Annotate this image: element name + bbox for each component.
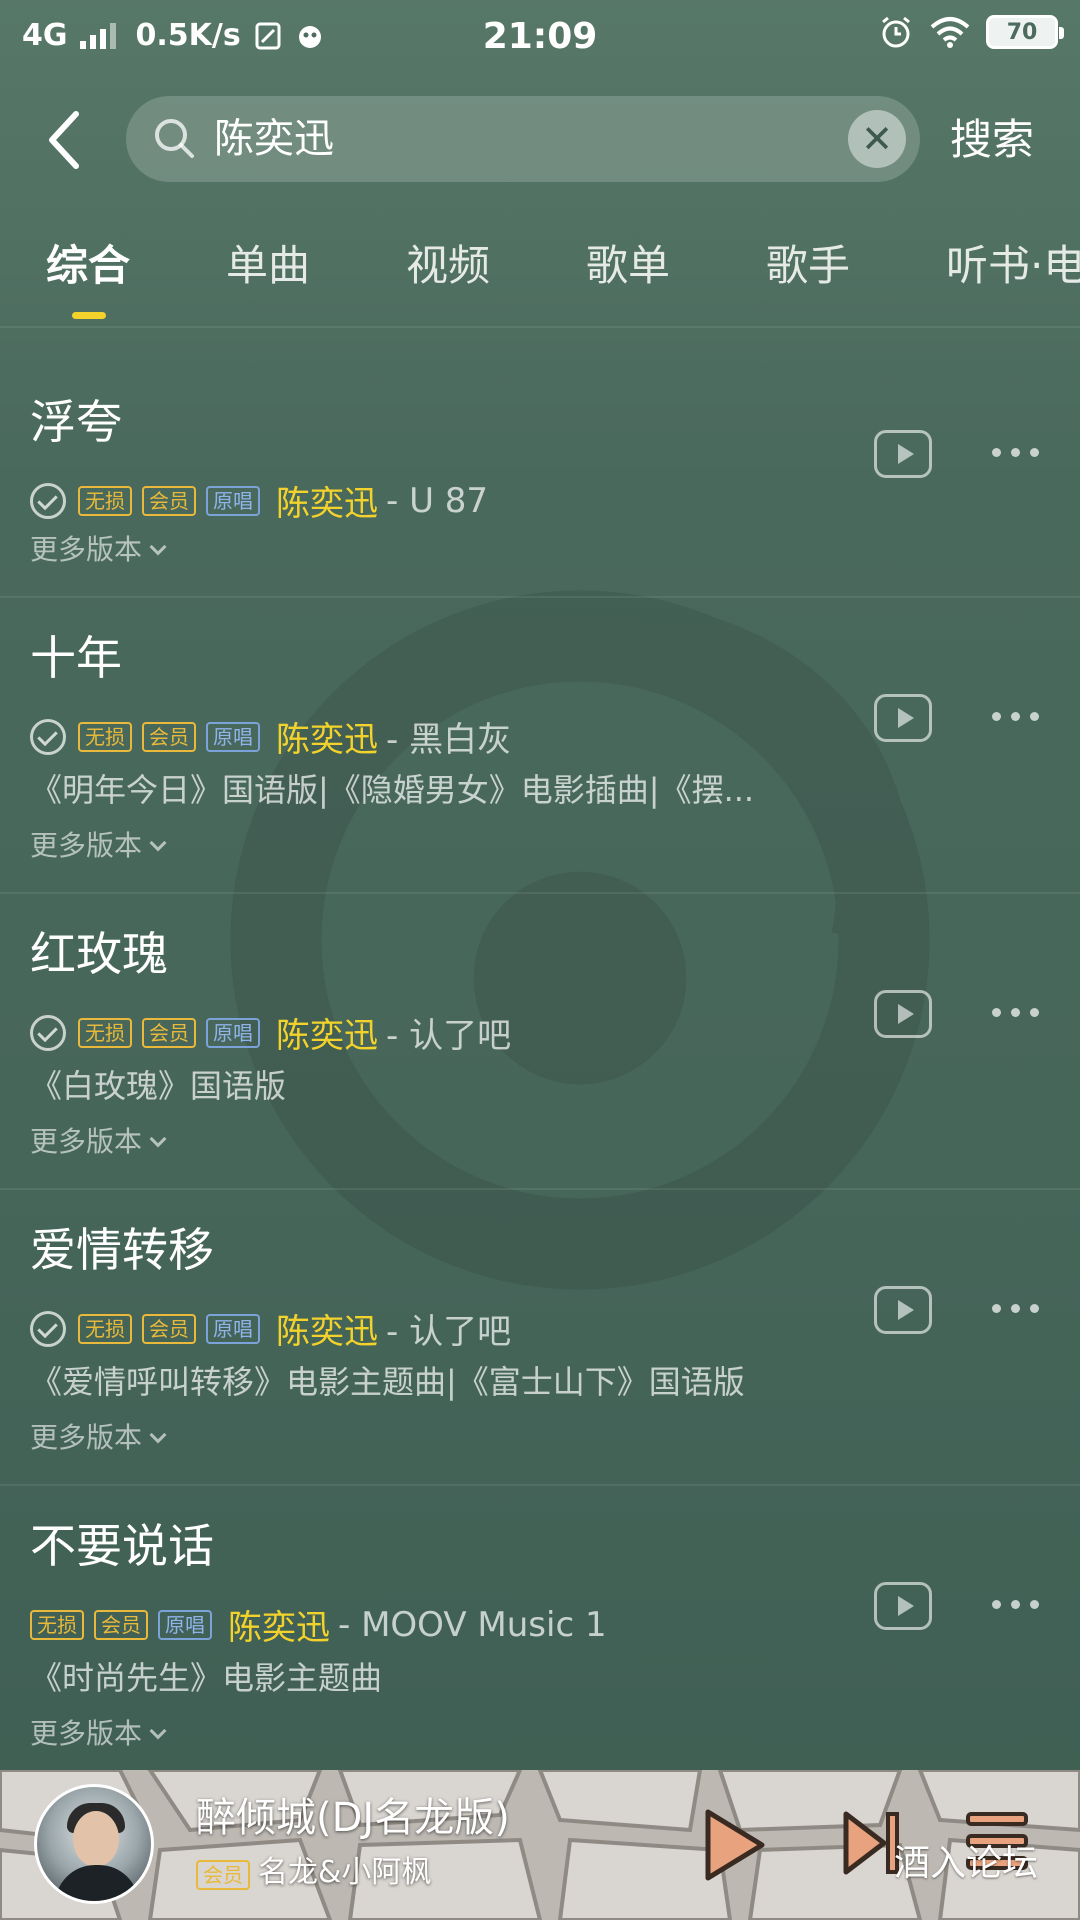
divider <box>0 326 1080 328</box>
album-name: - 认了吧 <box>386 1312 512 1352</box>
more-versions-label: 更多版本 <box>30 829 143 862</box>
mv-play-icon[interactable] <box>874 1582 932 1630</box>
category-tabs: 综合 单曲 视频 歌单 歌手 听书·电 <box>0 230 1080 330</box>
clear-icon[interactable]: ✕ <box>848 110 906 168</box>
more-versions-button[interactable]: 更多版本 <box>30 1418 167 1458</box>
more-dots-icon[interactable] <box>992 1002 1048 1022</box>
artist-name[interactable]: 陈奕迅 <box>276 476 378 525</box>
song-description: 《爱情呼叫转移》电影主题曲|《富士山下》国语版 <box>30 1363 745 1401</box>
artist-name[interactable]: 陈奕迅 <box>276 1008 378 1057</box>
mv-play-icon[interactable] <box>874 430 932 478</box>
alarm-icon <box>882 16 910 48</box>
vip-badge: 会员 <box>196 1860 250 1890</box>
search-input[interactable]: 陈奕迅 ✕ <box>126 96 920 182</box>
play-icon[interactable] <box>700 1806 768 1884</box>
tab-singers[interactable]: 歌手 <box>766 236 850 296</box>
next-icon[interactable] <box>842 1810 902 1876</box>
song-meta: 无损 会员 原唱 陈奕迅 - 黑白灰 <box>30 712 511 761</box>
album-name: - MOOV Music 1 <box>338 1604 607 1645</box>
song-title[interactable]: 不要说话 <box>30 1516 214 1576</box>
more-versions-label: 更多版本 <box>30 1421 143 1454</box>
check-circle-icon <box>30 482 66 519</box>
search-button[interactable]: 搜索 <box>950 110 1034 170</box>
tab-playlists[interactable]: 歌单 <box>586 236 670 296</box>
song-title[interactable]: 爱情转移 <box>30 1220 214 1280</box>
song-description: 《时尚先生》电影主题曲 <box>30 1659 383 1697</box>
active-tab-indicator <box>72 312 106 319</box>
tab-comprehensive[interactable]: 综合 <box>46 236 130 296</box>
lossless-badge: 无损 <box>78 1017 132 1048</box>
album-name: - 黑白灰 <box>386 720 512 760</box>
song-title[interactable]: 十年 <box>30 628 122 688</box>
mv-play-icon[interactable] <box>874 1286 932 1334</box>
chevron-down-icon <box>149 538 167 556</box>
wifi-icon <box>930 17 970 48</box>
chevron-down-icon <box>149 1130 167 1148</box>
original-badge: 原唱 <box>206 1017 260 1048</box>
song-meta: 无损 会员 原唱 陈奕迅 - U 87 <box>30 476 488 525</box>
more-versions-label: 更多版本 <box>30 1717 143 1750</box>
check-circle-icon <box>30 1014 66 1051</box>
now-playing-title[interactable]: 醉倾城(DJ名龙版) <box>196 1790 510 1846</box>
vip-badge: 会员 <box>142 1017 196 1048</box>
more-versions-button[interactable]: 更多版本 <box>30 1122 167 1162</box>
list-item[interactable]: 红玫瑰 无损 会员 原唱 陈奕迅 - 认了吧 《白玫瑰》国语版 更多版本 <box>0 892 1080 1188</box>
artist-name[interactable]: 陈奕迅 <box>228 1600 330 1649</box>
vip-badge: 会员 <box>142 1313 196 1344</box>
vip-badge: 会员 <box>142 485 196 516</box>
vip-badge: 会员 <box>94 1609 148 1640</box>
lossless-badge: 无损 <box>78 1313 132 1344</box>
now-playing-singer: 名龙&小阿枫 <box>258 1855 432 1890</box>
mv-play-icon[interactable] <box>874 990 932 1038</box>
original-badge: 原唱 <box>158 1609 212 1640</box>
status-bar: 4G 0.5K/s 21:09 70 <box>0 0 1080 76</box>
list-item[interactable]: 浮夸 无损 会员 原唱 陈奕迅 - U 87 更多版本 <box>0 358 1080 596</box>
mv-play-icon[interactable] <box>874 694 932 742</box>
list-item[interactable]: 不要说话 无损 会员 原唱 陈奕迅 - MOOV Music 1 《时尚先生》电… <box>0 1484 1080 1770</box>
original-badge: 原唱 <box>206 485 260 516</box>
more-dots-icon[interactable] <box>992 706 1048 726</box>
battery-indicator: 70 <box>986 15 1064 49</box>
song-description: 《白玫瑰》国语版 <box>30 1067 287 1105</box>
original-badge: 原唱 <box>206 1313 260 1344</box>
list-item[interactable]: 十年 无损 会员 原唱 陈奕迅 - 黑白灰 《明年今日》国语版|《隐婚男女》电影… <box>0 596 1080 892</box>
song-meta: 无损 会员 原唱 陈奕迅 - 认了吧 <box>30 1008 511 1057</box>
more-dots-icon[interactable] <box>992 442 1048 462</box>
check-circle-icon <box>30 718 66 755</box>
tab-songs[interactable]: 单曲 <box>226 236 310 296</box>
tab-videos[interactable]: 视频 <box>406 236 490 296</box>
search-query[interactable]: 陈奕迅 <box>214 96 334 182</box>
song-description: 《明年今日》国语版|《隐婚男女》电影插曲|《摆... <box>30 771 755 809</box>
more-dots-icon[interactable] <box>992 1298 1048 1318</box>
check-circle-icon <box>30 1310 66 1347</box>
lossless-badge: 无损 <box>78 485 132 516</box>
forum-watermark: 酒入论坛 <box>894 1843 1039 1884</box>
song-meta: 无损 会员 原唱 陈奕迅 - MOOV Music 1 <box>30 1600 607 1649</box>
album-name: - 认了吧 <box>386 1016 512 1056</box>
song-meta: 无损 会员 原唱 陈奕迅 - 认了吧 <box>30 1304 511 1353</box>
more-versions-label: 更多版本 <box>30 1125 143 1158</box>
album-name: - U 87 <box>386 480 489 521</box>
original-badge: 原唱 <box>206 721 260 752</box>
search-icon <box>155 119 194 158</box>
chevron-down-icon <box>149 834 167 852</box>
artist-name[interactable]: 陈奕迅 <box>276 1304 378 1353</box>
album-cover[interactable] <box>34 1784 154 1904</box>
back-arrow-icon[interactable] <box>40 100 100 180</box>
artist-name[interactable]: 陈奕迅 <box>276 712 378 761</box>
song-title[interactable]: 红玫瑰 <box>30 924 168 984</box>
chevron-down-icon <box>149 1722 167 1740</box>
vip-badge: 会员 <box>142 721 196 752</box>
lossless-badge: 无损 <box>78 721 132 752</box>
lossless-badge: 无损 <box>30 1609 84 1640</box>
more-versions-button[interactable]: 更多版本 <box>30 1714 167 1754</box>
chevron-down-icon <box>149 1426 167 1444</box>
more-versions-label: 更多版本 <box>30 533 143 566</box>
list-item[interactable]: 爱情转移 无损 会员 原唱 陈奕迅 - 认了吧 《爱情呼叫转移》电影主题曲|《富… <box>0 1188 1080 1484</box>
more-dots-icon[interactable] <box>992 1594 1048 1614</box>
tab-audiobooks[interactable]: 听书·电 <box>946 236 1080 296</box>
more-versions-button[interactable]: 更多版本 <box>30 826 167 866</box>
more-versions-button[interactable]: 更多版本 <box>30 530 167 570</box>
song-title[interactable]: 浮夸 <box>30 392 122 452</box>
